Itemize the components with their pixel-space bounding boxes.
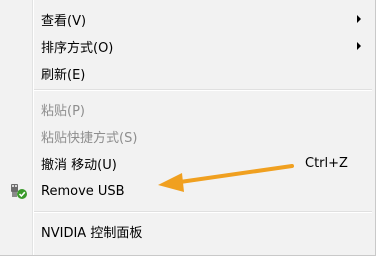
menu-item-paste-shortcut[interactable]: 粘贴快捷方式(S)	[0, 123, 374, 149]
usb-remove-icon	[11, 184, 27, 199]
menu-separator	[34, 211, 372, 213]
menu-item-nvidia-control-panel[interactable]: NVIDIA 控制面板	[0, 218, 374, 244]
menu-item-paste[interactable]: 粘贴(P)	[0, 96, 374, 122]
submenu-arrow-icon	[357, 15, 361, 23]
menu-item-refresh[interactable]: 刷新(E)	[0, 60, 374, 86]
menu-item-sort-by[interactable]: 排序方式(O)	[0, 33, 374, 59]
menu-item-view[interactable]: 查看(V)	[0, 6, 374, 32]
menu-item-label: Remove USB	[41, 183, 125, 199]
menu-item-label: 排序方式(O)	[41, 40, 114, 56]
menu-item-label: 查看(V)	[41, 13, 87, 29]
menu-item-label: 粘贴快捷方式(S)	[41, 130, 138, 146]
menu-item-label: 撤消 移动(U)	[41, 157, 117, 173]
menu-item-label: 刷新(E)	[41, 67, 86, 83]
menu-separator	[34, 89, 372, 91]
menu-item-label: NVIDIA 控制面板	[41, 225, 143, 241]
menu-item-label: 粘贴(P)	[41, 103, 85, 119]
orange-arrow-icon	[158, 164, 294, 192]
submenu-arrow-icon	[357, 42, 361, 50]
context-menu: 查看(V) 排序方式(O) 刷新(E) 粘贴(P) 粘贴快捷方式(S) 撤消 移…	[0, 0, 376, 256]
menu-item-shortcut: Ctrl+Z	[305, 155, 348, 171]
